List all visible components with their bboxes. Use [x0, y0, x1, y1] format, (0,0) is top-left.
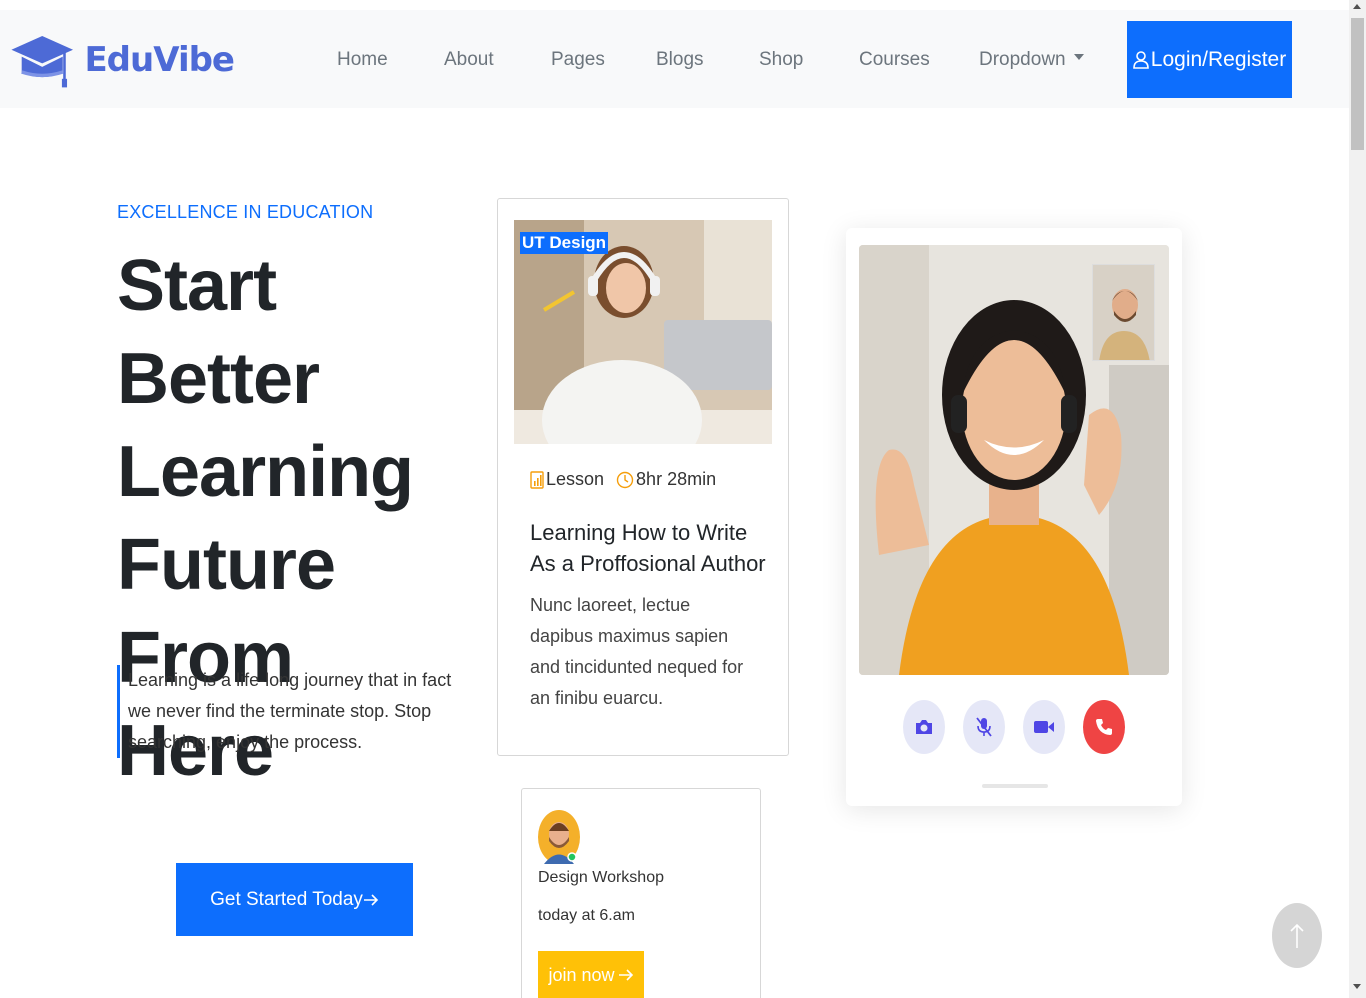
avatar [538, 810, 580, 864]
arrow-right-icon [618, 969, 633, 981]
course-card[interactable]: UT Design Lesson 8hr 28min Learning How … [497, 198, 789, 756]
login-register-button[interactable]: Login/Register [1127, 21, 1292, 98]
nav-courses[interactable]: Courses [859, 49, 930, 71]
arrow-up-icon [1290, 923, 1304, 948]
back-to-top-button[interactable] [1272, 903, 1322, 968]
course-duration: 8hr 28min [636, 469, 717, 489]
workshop-time: today at 6.am [538, 907, 635, 924]
get-started-label: Get Started Today [210, 888, 363, 910]
camera-icon [916, 720, 932, 734]
video-button[interactable] [1023, 700, 1065, 754]
course-thumbnail[interactable]: UT Design [514, 220, 772, 444]
call-controls [903, 700, 1127, 756]
self-view-photo [1093, 265, 1154, 360]
hero-quote: Learning is a life-long journey that in … [117, 665, 462, 758]
hero-title-line: Start Better [117, 246, 320, 419]
login-register-label: Login/Register [1150, 47, 1287, 71]
nav-pages[interactable]: Pages [551, 49, 605, 71]
scroll-up-arrow-icon[interactable] [1353, 4, 1361, 9]
mute-button[interactable] [963, 700, 1005, 754]
call-card-handle [982, 784, 1048, 788]
nav-about[interactable]: About [444, 49, 494, 71]
nav-dropdown[interactable]: Dropdown [979, 49, 1084, 71]
workshop-card: Design Workshop today at 6.am join now [521, 788, 761, 998]
caret-down-icon [1073, 53, 1084, 60]
video-icon [1034, 721, 1054, 733]
nav-dropdown-label: Dropdown [979, 49, 1066, 70]
self-view-video[interactable] [1092, 264, 1155, 361]
user-icon [1132, 50, 1149, 69]
video-call-card [846, 228, 1182, 806]
camera-button[interactable] [903, 700, 945, 754]
brand-logo[interactable]: EduVibe [8, 20, 235, 100]
graduation-cap-icon [11, 36, 74, 88]
scroll-down-arrow-icon[interactable] [1353, 984, 1361, 989]
get-started-button[interactable]: Get Started Today [176, 863, 413, 936]
course-description: Nunc laoreet, lectue dapibus maximus sap… [530, 595, 744, 708]
bar-chart-icon [530, 470, 544, 489]
nav-home[interactable]: Home [337, 49, 388, 71]
mic-off-icon [976, 717, 992, 737]
nav-shop[interactable]: Shop [759, 49, 803, 71]
video-call-feed [859, 245, 1169, 675]
course-meta: Lesson 8hr 28min [530, 469, 716, 490]
brand-name: EduVibe [84, 40, 235, 80]
nav-blogs[interactable]: Blogs [656, 49, 704, 71]
page-scrollbar[interactable] [1349, 0, 1366, 998]
top-navbar: EduVibe Home About Pages Blogs Shop Cour… [0, 10, 1349, 108]
lesson-label: Lesson [546, 469, 605, 489]
hero-title-line: Learning [117, 432, 414, 512]
phone-icon [1096, 719, 1112, 735]
join-now-button[interactable]: join now [538, 951, 644, 998]
course-title[interactable]: Learning How to Write As a Proffosional … [530, 517, 770, 579]
join-now-label: join now [548, 964, 615, 985]
category-tag[interactable]: UT Design [520, 232, 609, 254]
workshop-title: Design Workshop [538, 869, 664, 886]
scroll-thumb[interactable] [1351, 18, 1364, 150]
arrow-right-icon [363, 893, 379, 906]
hero-eyebrow: EXCELLENCE IN EDUCATION [117, 202, 374, 222]
end-call-button[interactable] [1083, 700, 1125, 754]
clock-icon [616, 471, 634, 488]
